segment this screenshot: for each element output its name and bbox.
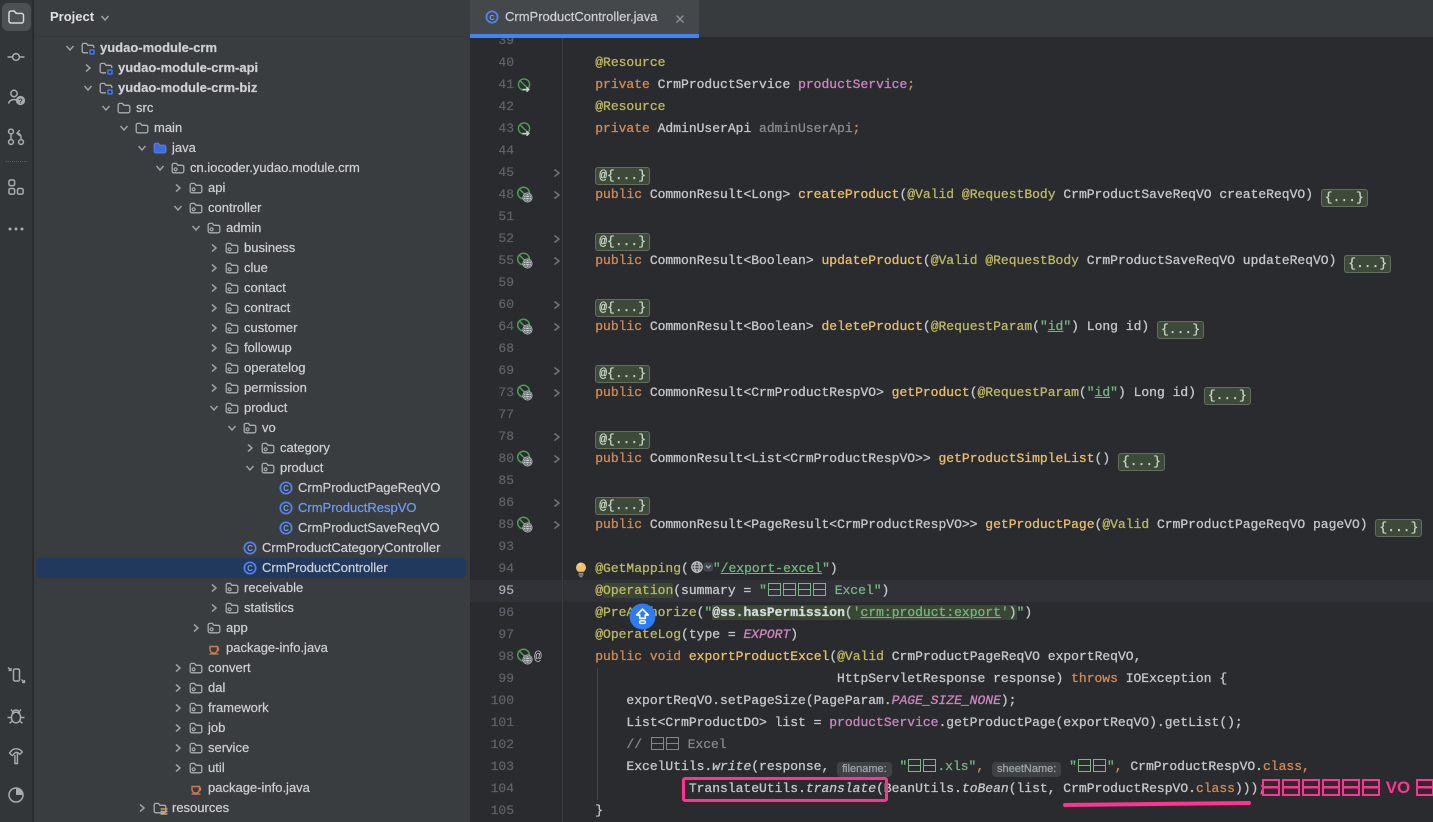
- svg-text:C: C: [283, 484, 289, 493]
- svg-text:C: C: [283, 504, 289, 513]
- svg-text:?: ?: [18, 97, 23, 106]
- svg-text:C: C: [489, 13, 495, 22]
- svg-text:C: C: [283, 524, 289, 533]
- svg-text:C: C: [247, 564, 253, 573]
- svg-text:C: C: [247, 544, 253, 553]
